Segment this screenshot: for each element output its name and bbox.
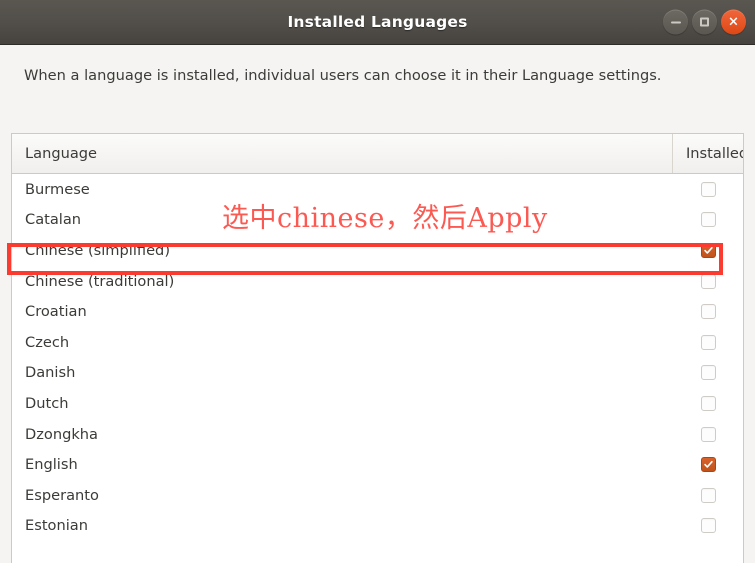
check-icon [703, 461, 713, 468]
language-name: Danish [25, 364, 76, 382]
checkbox-unchecked-icon[interactable] [700, 395, 716, 411]
maximize-icon [700, 17, 709, 27]
language-name: Dzongkha [25, 425, 98, 443]
installed-cell[interactable] [673, 304, 743, 320]
checkbox-unchecked-icon[interactable] [700, 518, 716, 534]
minimize-button[interactable] [663, 9, 688, 35]
checkbox-unchecked-icon[interactable] [700, 273, 716, 289]
checkbox-unchecked-icon[interactable] [700, 304, 716, 320]
column-header-language[interactable]: Language [12, 134, 673, 173]
table-row[interactable]: Estonian [12, 511, 743, 542]
checkbox-unchecked-icon[interactable] [700, 487, 716, 503]
installed-cell[interactable] [673, 487, 743, 503]
table-row[interactable]: Esperanto [12, 480, 743, 511]
table-row[interactable]: Chinese (simplified) [12, 235, 743, 266]
installed-cell[interactable] [673, 334, 743, 350]
description-text: When a language is installed, individual… [24, 67, 662, 84]
installed-cell[interactable] [673, 212, 743, 228]
installed-cell[interactable] [673, 242, 743, 258]
language-name: Esperanto [25, 486, 99, 504]
table-row[interactable]: Czech [12, 327, 743, 358]
annotation-label: 选中chinese，然后Apply [222, 203, 548, 234]
table-row[interactable]: Dutch [12, 388, 743, 419]
table-row[interactable]: Danish [12, 358, 743, 389]
language-name: English [25, 456, 78, 474]
titlebar: Installed Languages × [0, 0, 755, 45]
checkbox-unchecked-icon[interactable] [700, 365, 716, 381]
language-name: Chinese (traditional) [25, 272, 175, 290]
checkbox-checked-icon[interactable] [700, 457, 716, 473]
table-row[interactable]: English [12, 449, 743, 480]
checkbox-unchecked-icon[interactable] [700, 181, 716, 197]
window-controls: × [663, 9, 746, 35]
language-name: Chinese (simplified) [25, 241, 171, 259]
table-row[interactable]: Dzongkha [12, 419, 743, 450]
installed-cell[interactable] [673, 426, 743, 442]
language-name: Dutch [25, 394, 69, 412]
checkbox-unchecked-icon[interactable] [700, 426, 716, 442]
installed-cell[interactable] [673, 181, 743, 197]
installed-cell[interactable] [673, 273, 743, 289]
maximize-button[interactable] [692, 9, 717, 35]
installed-cell[interactable] [673, 365, 743, 381]
installed-languages-window: Installed Languages × When a language is… [0, 0, 755, 563]
language-name: Czech [25, 333, 70, 351]
table-row[interactable]: Croatian [12, 296, 743, 327]
checkbox-checked-icon[interactable] [700, 242, 716, 258]
installed-cell[interactable] [673, 518, 743, 534]
close-button[interactable]: × [721, 9, 746, 35]
close-icon: × [728, 14, 739, 29]
checkbox-unchecked-icon[interactable] [700, 212, 716, 228]
installed-cell[interactable] [673, 395, 743, 411]
table-row[interactable]: Chinese (traditional) [12, 266, 743, 297]
table-header-row: Language Installed [12, 134, 743, 174]
minimize-icon [670, 21, 681, 23]
installed-cell[interactable] [673, 457, 743, 473]
column-header-installed[interactable]: Installed [673, 134, 743, 173]
language-name: Estonian [25, 517, 88, 535]
checkbox-unchecked-icon[interactable] [700, 334, 716, 350]
language-name: Croatian [25, 303, 87, 321]
check-icon [703, 246, 713, 254]
window-title: Installed Languages [287, 13, 468, 31]
